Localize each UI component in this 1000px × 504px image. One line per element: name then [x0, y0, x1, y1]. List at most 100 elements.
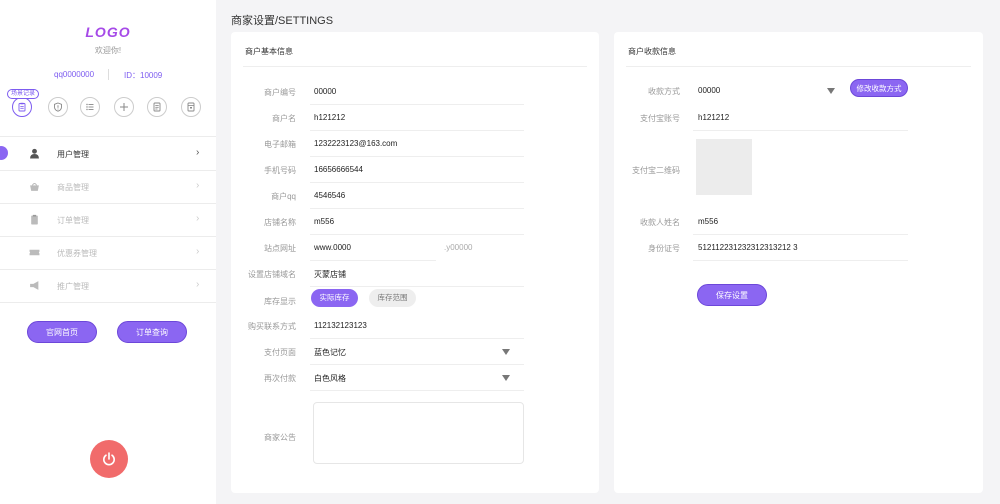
site-label: 站点网址: [264, 244, 296, 253]
idcard-label: 身份证号: [648, 244, 680, 253]
chevron-right-icon: ›: [196, 147, 200, 158]
sidebar-item-product-management[interactable]: 商品管理 ›: [0, 170, 216, 203]
sidebar-item-label: 用户管理: [57, 150, 89, 159]
official-home-button[interactable]: 官网首页: [27, 321, 97, 343]
alipay-label: 支付宝账号: [640, 114, 680, 123]
clipboard-icon[interactable]: [12, 97, 32, 117]
alipay-row: 支付宝账号 h121212: [614, 105, 983, 131]
repay-label: 再次付款: [264, 374, 296, 383]
sidebar-item-label: 商品管理: [57, 183, 89, 192]
sidebar-item-promotion-management[interactable]: 推广管理 ›: [0, 269, 216, 302]
divider: [310, 390, 524, 391]
email-field[interactable]: 1232223123@163.com: [314, 139, 397, 148]
merchant-name-label: 商户名: [272, 114, 296, 123]
shop-domain-row: 设置店铺域名 灭蒙店铺: [231, 261, 599, 287]
merchant-name-field[interactable]: h121212: [314, 113, 345, 122]
merchant-basic-info-card: 商户基本信息 商户编号 00000 商户名 h121212 电子邮箱 12322…: [231, 32, 599, 493]
quick-record-badge: 场景记录: [7, 89, 40, 99]
sidebar-item-label: 推广管理: [57, 282, 89, 291]
active-indicator: [0, 146, 8, 160]
shop-name-label: 店铺名称: [264, 218, 296, 227]
divider: [108, 69, 109, 80]
phone-row: 手机号码 16656666544: [231, 157, 599, 183]
pay-page-select[interactable]: 蓝色记忆: [314, 347, 346, 358]
sidebar-item-label: 订单管理: [57, 216, 89, 225]
site-field[interactable]: www.0000: [314, 243, 351, 252]
notice-label: 商家公告: [264, 433, 296, 442]
alipay-qr-image[interactable]: [696, 139, 752, 195]
shop-domain-field[interactable]: 灭蒙店铺: [314, 269, 346, 280]
pay-page-row: 支付页面 蓝色记忆: [231, 339, 599, 365]
merchant-no-field[interactable]: 00000: [314, 87, 336, 96]
plus-icon[interactable]: [114, 97, 134, 117]
page-title: 商家设置/SETTINGS: [231, 15, 334, 27]
document-icon[interactable]: [147, 97, 167, 117]
email-label: 电子邮箱: [264, 140, 296, 149]
site-suffix: .y00000: [444, 243, 473, 252]
shop-name-row: 店铺名称 m556: [231, 209, 599, 235]
alipay-qr-row: 支付宝二维码: [614, 157, 983, 183]
email-row: 电子邮箱 1232223123@163.com: [231, 131, 599, 157]
payment-method-row: 收款方式 00000 修改收款方式: [614, 76, 983, 102]
stock-actual-toggle[interactable]: 实际库存: [311, 289, 358, 307]
divider: [243, 66, 587, 67]
card-title: 商户基本信息: [245, 47, 293, 56]
sidebar-item-order-management[interactable]: 订单管理 ›: [0, 203, 216, 236]
chevron-down-icon[interactable]: [502, 349, 510, 355]
logo: LOGO: [85, 24, 131, 40]
archive-icon[interactable]: [181, 97, 201, 117]
payment-method-select[interactable]: 00000: [698, 86, 720, 95]
qq-row: 商户qq 4546546: [231, 183, 599, 209]
chevron-right-icon: ›: [196, 180, 200, 191]
chevron-right-icon: ›: [196, 213, 200, 224]
user-icon: [30, 148, 39, 159]
clipboard-icon: [31, 214, 38, 225]
pay-page-label: 支付页面: [264, 348, 296, 357]
repay-row: 再次付款 白色风格: [231, 365, 599, 391]
phone-label: 手机号码: [264, 166, 296, 175]
qq-field[interactable]: 4546546: [314, 191, 345, 200]
divider: [693, 130, 908, 131]
chevron-down-icon[interactable]: [827, 88, 835, 94]
divider: [626, 66, 971, 67]
power-icon: [103, 452, 115, 466]
payment-method-label: 收款方式: [648, 87, 680, 96]
notice-textarea[interactable]: [313, 402, 524, 464]
basket-icon: [30, 182, 39, 191]
phone-field[interactable]: 16656666544: [314, 165, 363, 174]
change-payment-method-button[interactable]: 修改收款方式: [850, 79, 908, 97]
ticket-icon: [29, 249, 40, 256]
merchant-no-row: 商户编号 00000: [231, 79, 599, 105]
divider: [693, 260, 908, 261]
sidebar-item-user-management[interactable]: 用户管理 ›: [0, 137, 216, 170]
order-query-button[interactable]: 订单查询: [117, 321, 187, 343]
shop-domain-label: 设置店铺域名: [248, 270, 296, 279]
chevron-right-icon: ›: [196, 279, 200, 290]
logout-button[interactable]: [90, 440, 128, 478]
shop-name-field[interactable]: m556: [314, 217, 334, 226]
user-qq: qq0000000: [54, 70, 95, 79]
merchant-name-row: 商户名 h121212: [231, 105, 599, 131]
card-title: 商户收款信息: [628, 47, 676, 56]
sidebar-item-coupon-management[interactable]: 优惠券管理 ›: [0, 236, 216, 269]
idcard-field[interactable]: 512112231232312313212 3: [698, 243, 798, 252]
payee-field[interactable]: m556: [698, 217, 718, 226]
save-settings-button[interactable]: 保存设置: [697, 284, 767, 306]
alipay-qr-label: 支付宝二维码: [632, 166, 680, 175]
user-info: qq0000000 ID：10009: [0, 69, 216, 80]
qq-label: 商户qq: [271, 192, 296, 201]
merchant-no-label: 商户编号: [264, 88, 296, 97]
chevron-right-icon: ›: [196, 246, 200, 257]
list-icon[interactable]: [80, 97, 100, 117]
chevron-down-icon[interactable]: [502, 375, 510, 381]
stock-range-toggle[interactable]: 库存范围: [369, 289, 416, 307]
divider: [0, 302, 216, 303]
user-id: ID：10009: [124, 71, 163, 80]
site-row: 站点网址 www.0000 .y00000: [231, 235, 599, 261]
payee-label: 收款人姓名: [640, 218, 680, 227]
shield-icon[interactable]: [48, 97, 68, 117]
contact-field[interactable]: 112132123123: [314, 321, 367, 330]
contact-row: 购买联系方式 112132123123: [231, 313, 599, 339]
alipay-field[interactable]: h121212: [698, 113, 729, 122]
repay-select[interactable]: 白色风格: [314, 373, 346, 384]
